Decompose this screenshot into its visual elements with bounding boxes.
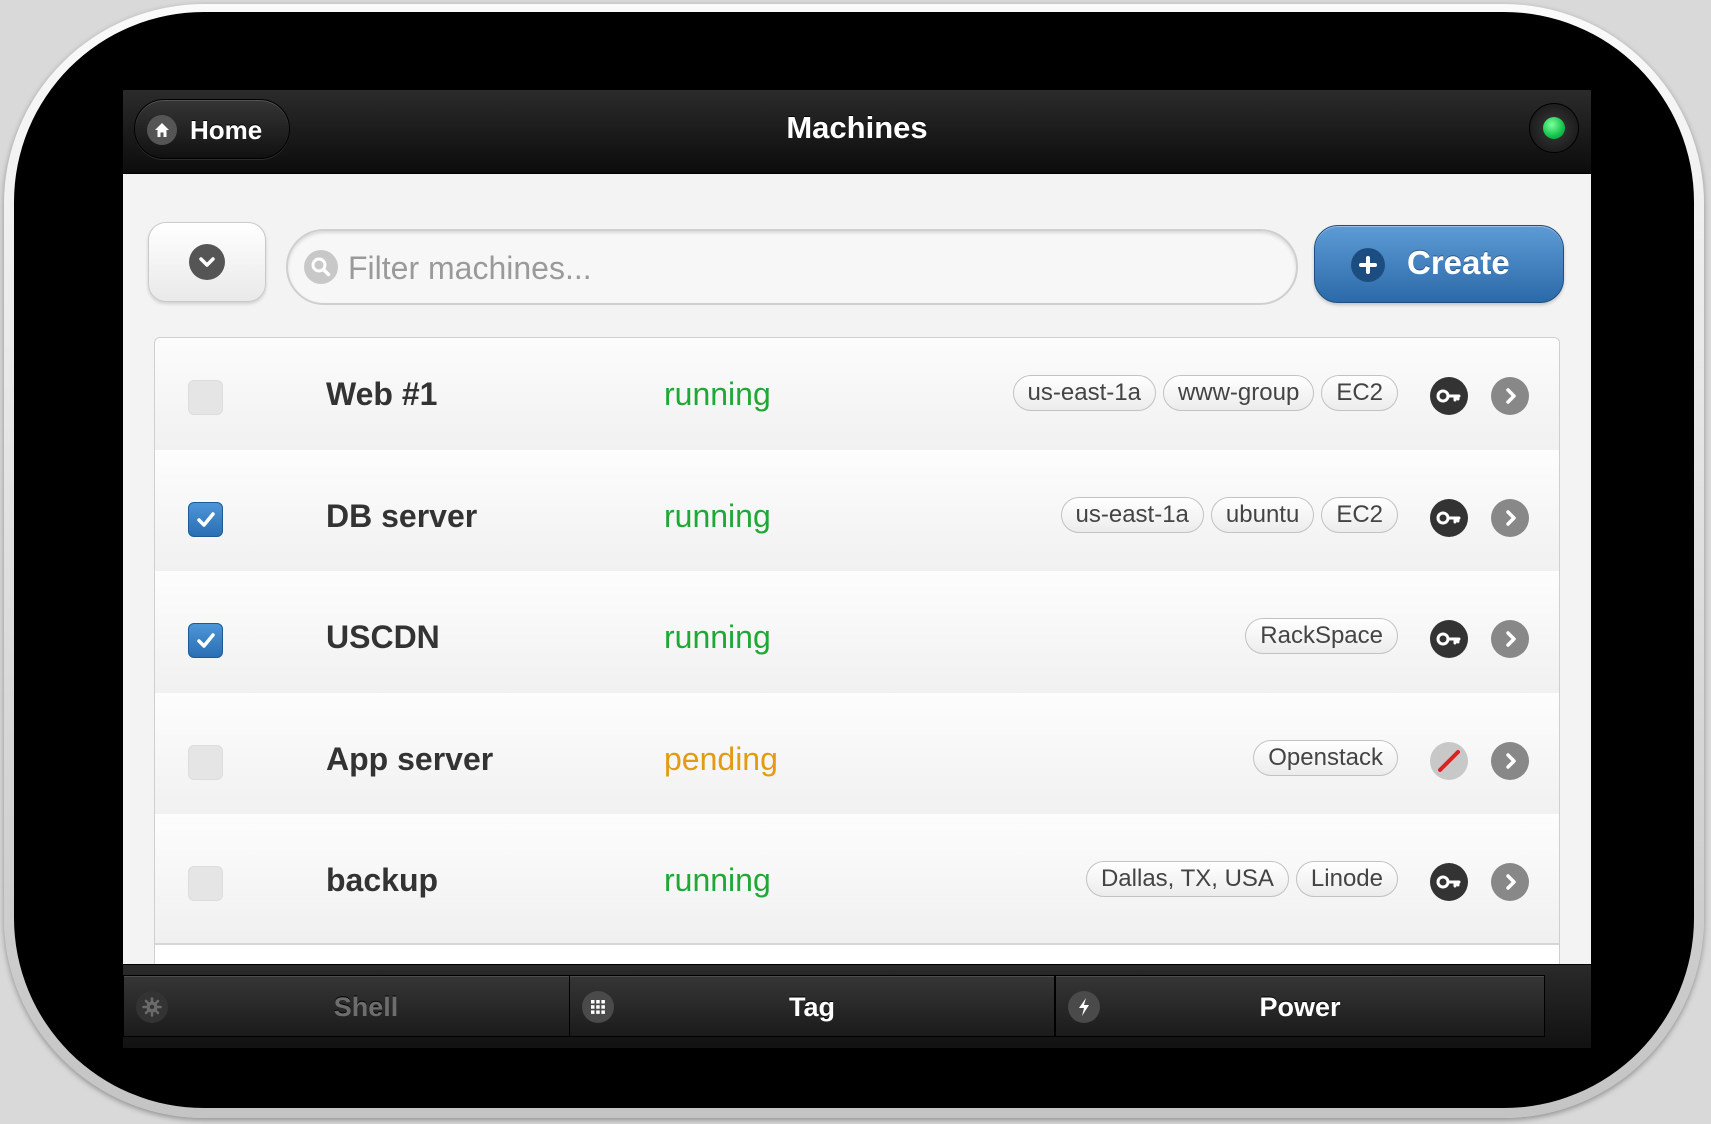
no-key-icon[interactable] — [1430, 742, 1468, 780]
machine-state: running — [664, 619, 771, 655]
machine-row[interactable]: DB server running us-east-1a ubuntu EC2 — [155, 450, 1559, 581]
machine-row[interactable]: backup running Dallas, TX, USA Linode — [155, 814, 1559, 945]
shell-button[interactable]: Shell — [123, 975, 609, 1037]
tag-list: Dallas, TX, USA Linode — [1085, 861, 1398, 897]
footer-toolbar: Shell Tag Power — [123, 964, 1591, 1048]
key-icon[interactable] — [1430, 499, 1468, 537]
select-dropdown-button[interactable] — [148, 222, 266, 302]
tag-label: Tag — [789, 992, 835, 1022]
search-icon — [304, 250, 338, 284]
machine-state: pending — [664, 741, 778, 777]
tag-list: RackSpace — [1245, 618, 1398, 654]
tag-badge: www-group — [1162, 375, 1315, 411]
row-checkbox[interactable] — [188, 380, 223, 415]
tag-badge: Dallas, TX, USA — [1085, 861, 1289, 897]
tag-button[interactable]: Tag — [569, 975, 1055, 1037]
chevron-down-icon — [189, 244, 225, 280]
online-status-icon — [1529, 103, 1579, 153]
machine-name: backup — [326, 862, 439, 898]
tag-badge: RackSpace — [1245, 618, 1398, 654]
checkmark-icon — [196, 511, 215, 527]
machine-name: Web #1 — [326, 376, 438, 412]
shell-label: Shell — [333, 992, 399, 1022]
machine-name: App server — [326, 741, 494, 777]
chevron-right-icon[interactable] — [1491, 863, 1529, 901]
tag-list: us-east-1a ubuntu EC2 — [1060, 497, 1398, 533]
machine-row[interactable]: App server pending Openstack — [155, 693, 1559, 824]
machine-list: Web #1 running us-east-1a www-group EC2 DB se… — [154, 337, 1560, 1048]
machine-state: running — [664, 862, 771, 898]
key-icon[interactable] — [1430, 863, 1468, 901]
row-checkbox[interactable] — [188, 623, 223, 658]
chevron-right-icon[interactable] — [1491, 620, 1529, 658]
row-checkbox[interactable] — [188, 866, 223, 901]
tag-badge: EC2 — [1321, 375, 1398, 411]
app-screen: Home Machines Create Web #1 running us-eas… — [123, 90, 1591, 1048]
tag-badge: EC2 — [1321, 497, 1398, 533]
machine-row[interactable]: USCDN running RackSpace — [155, 571, 1559, 702]
chevron-right-icon[interactable] — [1491, 499, 1529, 537]
power-button[interactable]: Power — [1055, 975, 1545, 1037]
chevron-right-icon[interactable] — [1491, 377, 1529, 415]
tag-badge: us-east-1a — [1012, 375, 1156, 411]
power-label: Power — [1259, 992, 1341, 1022]
checkmark-icon — [196, 632, 215, 648]
page-title: Machines — [786, 110, 928, 145]
tag-badge: ubuntu — [1210, 497, 1315, 533]
chevron-right-icon[interactable] — [1491, 742, 1529, 780]
machine-name: DB server — [326, 498, 478, 534]
machine-row[interactable]: Web #1 running us-east-1a www-group EC2 — [155, 338, 1559, 459]
machine-state: running — [664, 376, 771, 412]
create-label: Create — [1407, 244, 1510, 281]
search-field[interactable] — [286, 229, 1298, 305]
row-checkbox[interactable] — [188, 745, 223, 780]
row-checkbox[interactable] — [188, 502, 223, 537]
machine-state: running — [664, 498, 771, 534]
header-bar: Home Machines — [123, 90, 1591, 174]
key-icon[interactable] — [1430, 377, 1468, 415]
tag-badge: Openstack — [1253, 740, 1398, 776]
tag-badge: us-east-1a — [1060, 497, 1204, 533]
tag-badge: Linode — [1295, 861, 1398, 897]
search-input[interactable] — [346, 239, 1250, 297]
tag-list: us-east-1a www-group EC2 — [1012, 375, 1398, 411]
plus-icon — [1351, 248, 1385, 282]
create-button[interactable]: Create — [1314, 225, 1564, 303]
tag-list: Openstack — [1253, 740, 1398, 776]
machine-name: USCDN — [326, 619, 440, 655]
key-icon[interactable] — [1430, 620, 1468, 658]
